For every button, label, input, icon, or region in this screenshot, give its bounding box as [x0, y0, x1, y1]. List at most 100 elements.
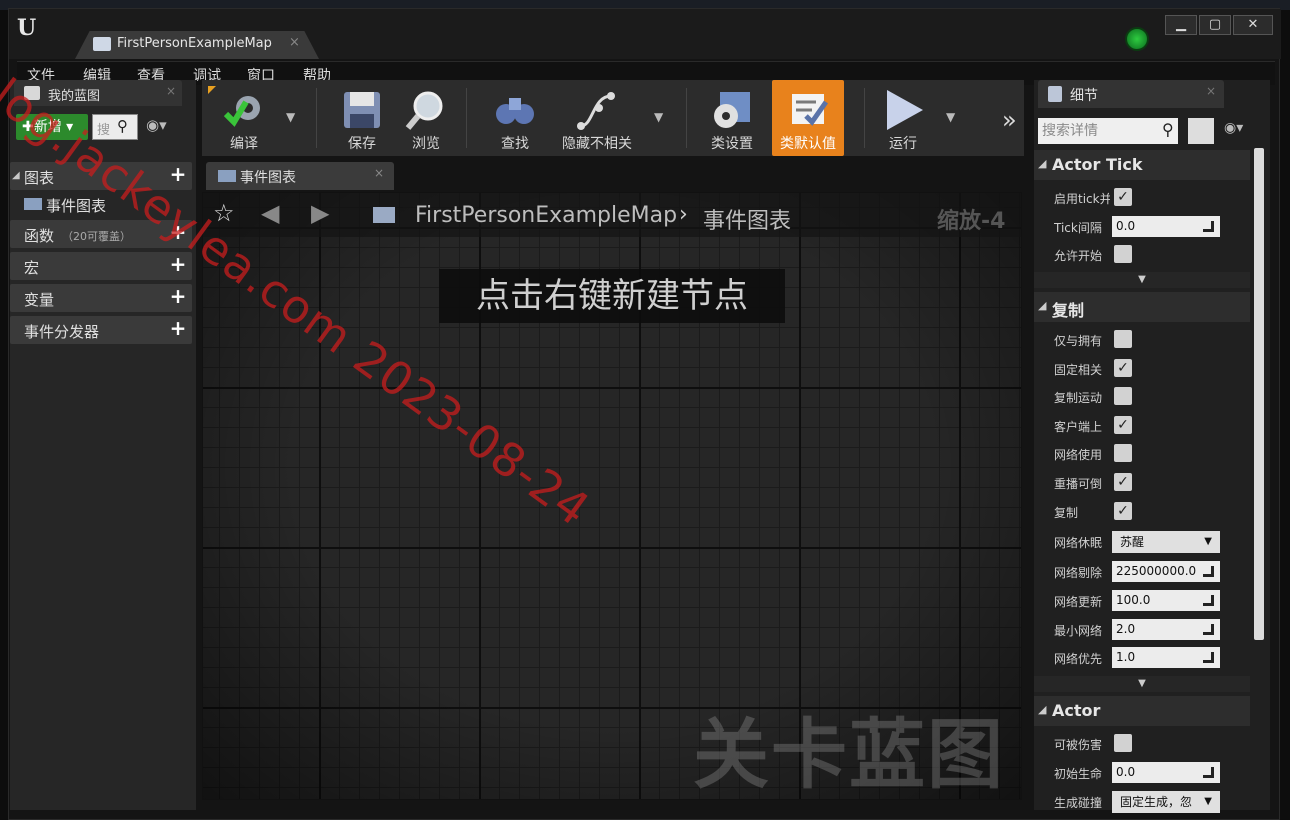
section-replication[interactable]: ◢ 复制 [1034, 292, 1250, 322]
property-checkbox[interactable] [1114, 330, 1132, 348]
property-checkbox[interactable] [1114, 387, 1132, 405]
back-arrow-icon[interactable]: ◀ [261, 199, 279, 227]
save-button[interactable]: 保存 [330, 80, 394, 156]
property-checkbox[interactable]: ✓ [1114, 188, 1132, 206]
advanced-expander-icon[interactable]: ▼ [1034, 676, 1250, 692]
collapse-triangle-icon: ◢ [1038, 703, 1047, 716]
property-row: 客户端上 ✓ [1034, 412, 1250, 440]
property-row: 网络使用 [1034, 440, 1250, 468]
property-checkbox[interactable]: ✓ [1114, 502, 1132, 520]
property-label: 最小网络 [1054, 624, 1103, 638]
breadcrumb-root[interactable]: FirstPersonExampleMap [415, 203, 677, 228]
play-options-chevron-icon[interactable]: ▼ [946, 110, 955, 124]
class-defaults-button[interactable]: 类默认值 [772, 80, 844, 156]
save-label: 保存 [348, 136, 376, 152]
category-variables[interactable]: 变量 + [10, 284, 192, 312]
find-label: 查找 [501, 136, 529, 152]
compile-options-chevron-icon[interactable]: ▼ [286, 110, 295, 124]
toolbar-separator [466, 88, 467, 148]
category-variables-label: 变量 [24, 291, 55, 309]
compile-label: 编译 [230, 136, 258, 152]
title-bar: U FirstPersonExampleMap × ▁ ▢ ✕ [9, 9, 1281, 59]
property-row: 允许开始 [1034, 241, 1250, 269]
play-triangle-icon [887, 90, 923, 130]
property-row: 复制运动 [1034, 383, 1250, 411]
close-tab-icon[interactable]: × [374, 166, 384, 180]
close-tab-icon[interactable]: × [289, 35, 300, 50]
property-matrix-icon[interactable] [1188, 118, 1214, 144]
property-checkbox[interactable] [1114, 444, 1132, 462]
toolbar-separator [864, 88, 865, 148]
browse-button[interactable]: 浏览 [394, 80, 458, 156]
map-icon [93, 37, 111, 51]
section-actor-title: Actor [1052, 701, 1101, 720]
property-checkbox[interactable] [1114, 245, 1132, 263]
property-number-field[interactable]: 0.0 [1112, 762, 1220, 783]
advanced-expander-icon[interactable]: ▼ [1034, 272, 1250, 288]
property-row: 固定相关 ✓ [1034, 355, 1250, 383]
property-label: 复制运动 [1054, 391, 1103, 405]
add-dispatcher-icon[interactable]: + [168, 318, 188, 338]
more-tools-chevron-icon[interactable]: » [1002, 106, 1017, 134]
category-functions-label: 函数 [24, 227, 55, 245]
browse-label: 浏览 [412, 136, 440, 152]
section-actor-tick[interactable]: ◢ Actor Tick [1034, 150, 1250, 180]
property-number-field[interactable]: 0.0 [1112, 216, 1220, 237]
section-actor-tick-title: Actor Tick [1052, 155, 1143, 174]
class-settings-gear-icon [714, 92, 750, 128]
property-checkbox[interactable]: ✓ [1114, 359, 1132, 377]
magnifier-icon [405, 91, 443, 130]
spawn-collision-dropdown[interactable]: 固定生成，忽 [1112, 791, 1220, 813]
minimize-button[interactable]: ▁ [1165, 15, 1197, 35]
graph-header: ☆ ◀ ▶ FirstPersonExampleMap › 事件图表 缩放-4 [203, 193, 1021, 237]
document-tab[interactable]: FirstPersonExampleMap × [75, 31, 319, 59]
section-actor[interactable]: ◢ Actor [1034, 696, 1250, 726]
source-control-status-icon[interactable] [1125, 27, 1149, 51]
property-label: 固定相关 [1054, 363, 1103, 377]
property-row: 重播可倒 ✓ [1034, 469, 1250, 497]
details-scrollbar[interactable] [1254, 148, 1264, 640]
property-number-field[interactable]: 225000000.0 [1112, 561, 1220, 582]
close-tab-icon[interactable]: × [1206, 84, 1216, 98]
play-button[interactable]: 运行 [866, 80, 940, 156]
property-label: 可被伤害 [1054, 738, 1103, 752]
property-label: Tick间隔 [1054, 221, 1102, 235]
property-label: 网络更新 [1054, 595, 1103, 609]
property-checkbox[interactable]: ✓ [1114, 416, 1132, 434]
property-number-field[interactable]: 100.0 [1112, 590, 1220, 611]
event-graph-tab[interactable]: 事件图表 × [206, 162, 394, 190]
toolbar-separator [316, 88, 317, 148]
hide-unrelated-button[interactable]: 隐藏不相关 [552, 80, 642, 156]
graph-icon [24, 198, 42, 210]
property-row: 最小网络 2.0 [1034, 616, 1250, 644]
graph-canvas[interactable]: ☆ ◀ ▶ FirstPersonExampleMap › 事件图表 缩放-4 … [202, 192, 1022, 800]
right-click-hint: 点击右键新建节点 [439, 269, 785, 323]
property-number-field[interactable]: 1.0 [1112, 647, 1220, 668]
property-label: 仅与拥有 [1054, 334, 1103, 348]
zoom-level: 缩放-4 [937, 209, 1006, 234]
add-variable-icon[interactable]: + [168, 286, 188, 306]
play-label: 运行 [889, 136, 917, 152]
net-dormancy-dropdown[interactable]: 苏醒 [1112, 531, 1220, 553]
forward-arrow-icon[interactable]: ▶ [311, 199, 329, 227]
details-tab[interactable]: 细节 × [1038, 80, 1224, 108]
property-checkbox[interactable] [1114, 734, 1132, 752]
details-search-input[interactable]: 搜索详情 [1038, 118, 1178, 144]
maximize-button[interactable]: ▢ [1199, 15, 1231, 35]
class-settings-label: 类设置 [711, 136, 753, 152]
visibility-eye-icon[interactable]: ◉▾ [1224, 120, 1243, 136]
property-number-field[interactable]: 2.0 [1112, 619, 1220, 640]
collapse-triangle-icon: ◢ [1038, 299, 1047, 312]
class-settings-button[interactable]: 类设置 [696, 80, 768, 156]
close-tab-icon[interactable]: × [166, 84, 176, 98]
find-button[interactable]: 查找 [478, 80, 552, 156]
close-button[interactable]: ✕ [1233, 15, 1273, 35]
section-replication-title: 复制 [1052, 301, 1085, 320]
graph-breadcrumb-icon [373, 207, 395, 223]
category-event-dispatchers[interactable]: 事件分发器 + [10, 316, 192, 344]
category-macros[interactable]: 宏 + [10, 252, 192, 280]
hide-unrelated-chevron-icon[interactable]: ▼ [654, 110, 663, 124]
property-checkbox[interactable]: ✓ [1114, 473, 1132, 491]
visibility-eye-icon[interactable]: ◉▾ [146, 116, 167, 134]
compile-button[interactable]: 编译 [206, 80, 282, 156]
